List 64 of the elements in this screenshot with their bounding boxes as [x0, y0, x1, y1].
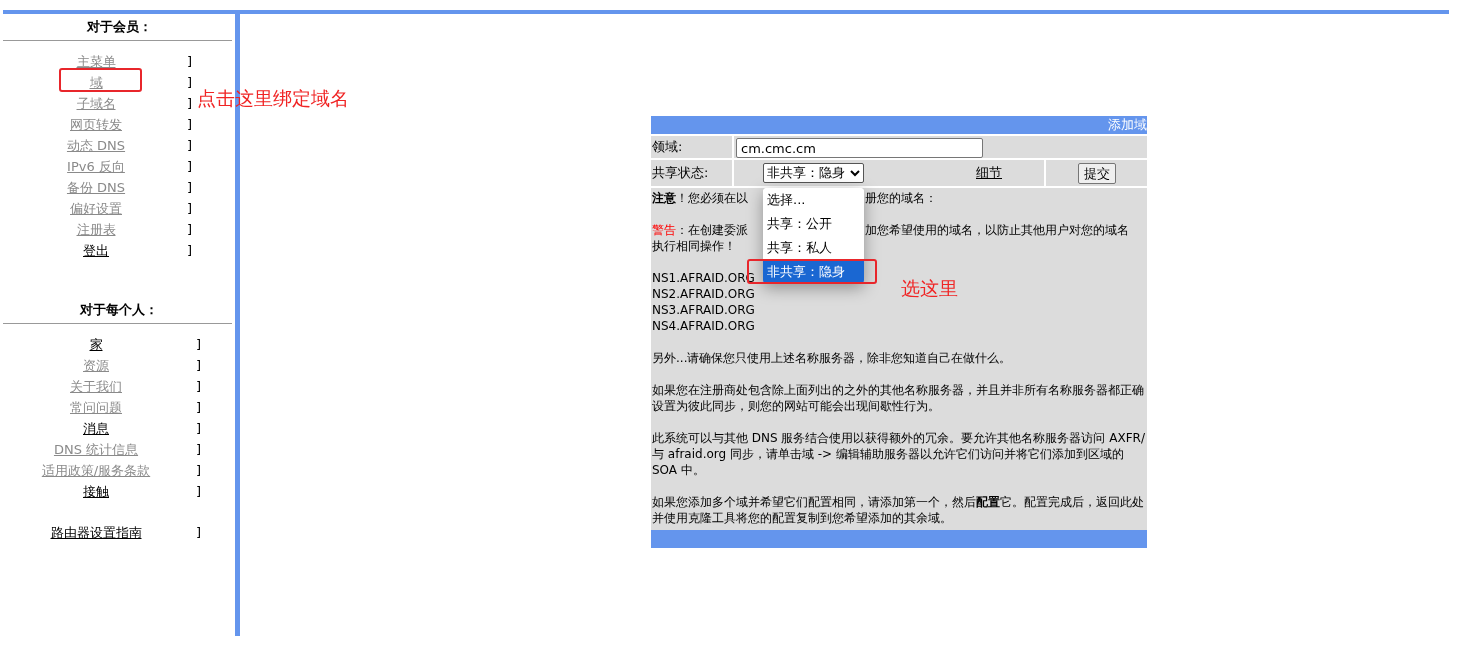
bracket-text: ] — [196, 440, 202, 459]
nameserver-text: NS2.AFRAID.ORG — [652, 286, 755, 302]
dropdown-option[interactable]: 共享：私人 — [763, 236, 864, 260]
info-paragraph: 此系统可以与其他 DNS 服务结合使用以获得额外的冗余。要允许其他名称服务器访问 AXFR/与 afraid.org 同步，请单击域 -> 编辑辅助服务器以允许它们访问并将它们添加到区域的 SOA 中。 — [652, 430, 1146, 478]
field-label: 共享状态: — [651, 160, 734, 186]
bracket-text: ] — [196, 523, 202, 542]
bracket-text: ] — [196, 461, 202, 480]
dropdown-option[interactable]: 选择... — [763, 188, 864, 212]
sidebar-link[interactable]: 子域名 — [76, 93, 116, 114]
bracket-text: ] — [196, 377, 202, 396]
form-header: 添加域 — [651, 116, 1147, 134]
sidebar-link[interactable]: 适用政策/服务条款 — [41, 460, 151, 481]
section-title: 对于每个人： — [79, 301, 159, 319]
chevron-icon — [850, 169, 860, 177]
bracket-text: ] — [196, 356, 202, 375]
sidebar-link[interactable]: DNS 统计信息 — [53, 439, 139, 460]
warning-text: 加您希望使用的域名，以防止其他用户对您的域名 — [865, 222, 1129, 238]
warning-text: 执行相同操作！ — [652, 238, 736, 254]
sidebar-link[interactable]: 偏好设置 — [70, 198, 122, 219]
bracket-text: ] — [187, 157, 193, 176]
note-text: 册您的域名： — [865, 190, 937, 206]
info-paragraph: 如果您添加多个域并希望它们配置相同，请添加第一个，然后配置它。配置完成后，返回此处并使用克隆工具将您的配置复制到您希望添加的其余域。 — [652, 494, 1145, 526]
bracket-text: ] — [196, 398, 202, 417]
sidebar-link[interactable]: 域 — [89, 72, 103, 93]
sidebar-link[interactable]: IPv6 反向 — [67, 156, 125, 177]
domain-field[interactable]: cm.cmc.cm — [736, 138, 983, 158]
details-link[interactable]: 细节 — [976, 163, 1002, 183]
dropdown-option[interactable]: 共享：公开 — [763, 212, 864, 236]
sidebar-link[interactable]: 消息 — [83, 418, 109, 439]
field-label: 领域: — [651, 136, 734, 158]
bracket-text: ] — [187, 136, 193, 155]
bracket-text: ] — [187, 115, 193, 134]
sidebar-link[interactable]: 网页转发 — [70, 114, 122, 135]
sidebar-link[interactable]: 登出 — [83, 240, 109, 261]
bracket-text: ] — [196, 335, 202, 354]
sidebar-link[interactable]: 备份 DNS — [66, 177, 126, 198]
info-paragraph: 如果您在注册商处包含除上面列出的之外的其他名称服务器，并且并非所有名称服务器都正确设置为彼此同步，则您的网站可能会出现间歇性行为。 — [652, 382, 1145, 414]
sidebar-link[interactable]: 接触 — [83, 481, 109, 502]
bracket-text: ] — [187, 178, 193, 197]
sidebar-link[interactable]: 路由器设置指南 — [50, 522, 142, 543]
share-select[interactable]: 非共享：隐身 — [763, 163, 864, 183]
bracket-text: ] — [187, 94, 193, 113]
sidebar-link[interactable]: 动态 DNS — [66, 135, 126, 156]
sidebar-link[interactable]: 关于我们 — [70, 376, 122, 397]
sidebar-link[interactable]: 主菜单 — [76, 51, 116, 72]
bracket-text: ] — [187, 73, 193, 92]
bracket-text: ] — [187, 199, 193, 218]
bracket-text: ] — [187, 241, 193, 260]
note-text: 注意！您必须在以 — [652, 191, 748, 205]
section-title: 对于会员： — [85, 18, 153, 36]
bracket-text: ] — [187, 220, 193, 239]
nameserver-text: NS4.AFRAID.ORG — [652, 318, 755, 334]
warning-text: 警告：在创建委派 — [652, 223, 748, 237]
sidebar-link[interactable]: 家 — [89, 334, 103, 355]
info-paragraph: 另外...请确保您只使用上述名称服务器，除非您知道自己在做什么。 — [652, 350, 1013, 366]
bracket-text: ] — [187, 52, 193, 71]
annotation-text: 选这里 — [901, 276, 958, 301]
sidebar-link[interactable]: 资源 — [83, 355, 109, 376]
submit-button[interactable]: 提交 — [1077, 162, 1116, 184]
sidebar-link[interactable]: 常问问题 — [70, 397, 122, 418]
bracket-text: ] — [196, 482, 202, 501]
nameserver-text: NS3.AFRAID.ORG — [652, 302, 755, 318]
sidebar-link[interactable]: 注册表 — [76, 219, 116, 240]
bracket-text: ] — [196, 419, 202, 438]
